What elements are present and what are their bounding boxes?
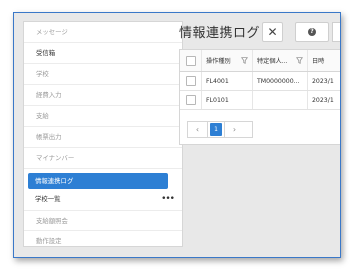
- table-cell: FL4001: [202, 72, 253, 90]
- sidebar-item-payment[interactable]: 支給: [24, 106, 182, 127]
- table-header: 操作種別 特定個人... 日時: [180, 50, 340, 72]
- column-header-operation-type[interactable]: 操作種別: [202, 50, 253, 71]
- help-button[interactable]: ?: [295, 22, 329, 42]
- column-header-datetime[interactable]: 日時: [308, 50, 340, 71]
- toolbar-button-partial[interactable]: [332, 22, 340, 42]
- header-select-cell: [180, 50, 202, 71]
- close-button[interactable]: ✕: [262, 22, 283, 42]
- sidebar-item-label: 支給額照会: [36, 217, 68, 225]
- sidebar-item-label: 支給: [36, 112, 49, 120]
- column-header-label: 操作種別: [206, 58, 231, 65]
- page-button-current[interactable]: 1: [210, 123, 222, 136]
- sidebar-item-label: 情報連携ログ: [35, 177, 74, 185]
- column-header-specific-person[interactable]: 特定個人...: [253, 50, 308, 71]
- sidebar-item-label: 学校一覧: [35, 195, 61, 203]
- column-header-label: 日時: [312, 58, 325, 65]
- row-checkbox[interactable]: [185, 76, 196, 86]
- sidebar-item-label: マイナンバー: [36, 154, 75, 162]
- log-grid: 操作種別 特定個人... 日時 FL4001 TM0000000... 2023…: [179, 49, 340, 145]
- sidebar-item-my-number[interactable]: マイナンバー: [24, 148, 182, 169]
- filter-icon[interactable]: [296, 57, 303, 64]
- row-checkbox[interactable]: [185, 95, 196, 105]
- sidebar-item-label: メッセージ: [36, 28, 68, 36]
- chevron-right-icon: ›: [232, 125, 237, 134]
- sidebar-item-school-list[interactable]: 学校一覧 •••: [24, 189, 182, 210]
- more-icon[interactable]: •••: [161, 189, 175, 209]
- sidebar-item-expense-input[interactable]: 経費入力: [24, 85, 182, 106]
- close-icon: ✕: [267, 25, 278, 39]
- pagination: ‹ 1 ›: [187, 121, 253, 138]
- sidebar-item-label: 帳票出力: [36, 133, 62, 141]
- previous-page-button[interactable]: ‹: [188, 122, 208, 137]
- filter-icon[interactable]: [241, 57, 248, 64]
- table-cell: [253, 91, 308, 109]
- page-title: 情報連携ログ: [179, 26, 261, 41]
- table-row[interactable]: FL0101 2023/1: [180, 91, 340, 110]
- select-all-checkbox[interactable]: [185, 55, 196, 66]
- app-window: メッセージ 受信箱 学校 経費入力 支給 帳票出力 マイナンバー 情報連携ログ …: [13, 12, 341, 258]
- sidebar-item-label: 受信箱: [36, 49, 56, 57]
- sidebar-item-form-output[interactable]: 帳票出力: [24, 127, 182, 148]
- sidebar-item-label: 経費入力: [36, 91, 62, 99]
- column-header-label: 特定個人...: [257, 58, 288, 65]
- next-page-button[interactable]: ›: [224, 122, 244, 137]
- sidebar-item-label: 学校: [36, 70, 49, 78]
- sidebar-item-school[interactable]: 学校: [24, 64, 182, 85]
- help-icon: ?: [308, 28, 316, 36]
- table-cell: FL0101: [202, 91, 253, 109]
- table-cell: TM0000000...: [253, 72, 308, 90]
- sidebar-item-label: 動作設定: [36, 237, 62, 245]
- table-row[interactable]: FL4001 TM0000000... 2023/1: [180, 72, 340, 91]
- sidebar: メッセージ 受信箱 学校 経費入力 支給 帳票出力 マイナンバー 情報連携ログ …: [23, 21, 183, 247]
- sidebar-item-payment-inquiry[interactable]: 支給額照会: [24, 210, 182, 231]
- chevron-left-icon: ‹: [195, 125, 200, 134]
- table-cell: 2023/1: [312, 96, 334, 104]
- sidebar-item-message[interactable]: メッセージ: [24, 22, 182, 43]
- sidebar-item-settings[interactable]: 動作設定: [24, 231, 182, 252]
- row-select-cell: [180, 91, 202, 109]
- table-cell: 2023/1: [312, 77, 334, 85]
- row-select-cell: [180, 72, 202, 90]
- sidebar-item-info-link-log[interactable]: 情報連携ログ: [28, 173, 168, 189]
- sidebar-item-inbox[interactable]: 受信箱: [24, 43, 182, 64]
